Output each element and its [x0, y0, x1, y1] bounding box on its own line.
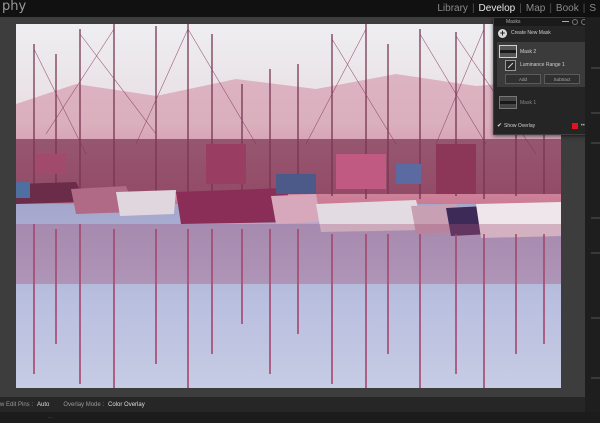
module-map[interactable]: Map — [522, 3, 549, 14]
gear-icon[interactable] — [572, 19, 578, 25]
show-overlay-label[interactable]: Show Overlay — [504, 123, 535, 129]
checkmark-icon[interactable]: ✔ — [497, 123, 502, 129]
create-new-mask-label: Create New Mask — [511, 30, 551, 36]
mask-thumbnail-icon — [499, 45, 517, 58]
masks-panel: Masks + Create New Mask Mask 2 Luminance… — [493, 17, 591, 135]
module-develop[interactable]: Develop — [475, 3, 520, 14]
panel-divider — [591, 67, 600, 69]
overlay-mode-control[interactable]: Overlay Mode : Color Overlay — [63, 402, 144, 408]
overlay-mode-label: Overlay Mode : — [63, 401, 105, 408]
mask-item-selected[interactable]: Mask 2 Luminance Range 1 Add Subtract — [497, 42, 587, 87]
panel-divider — [591, 317, 600, 319]
show-overlay-row: ✔ Show Overlay ••• — [497, 121, 587, 130]
mask-component-label: Luminance Range 1 — [520, 62, 565, 68]
masks-panel-title: Masks — [506, 19, 521, 25]
right-panel-edge — [585, 17, 600, 412]
module-picker: Library | Develop | Map | Book | S — [433, 1, 600, 16]
add-mask-button[interactable]: Add — [505, 74, 541, 84]
create-new-mask-button[interactable]: + Create New Mask — [494, 26, 590, 40]
panel-divider — [591, 252, 600, 254]
bottom-toolbar: w Edit Pins : Auto Overlay Mode : Color … — [0, 397, 585, 412]
overlay-mode-value[interactable]: Color Overlay — [108, 402, 145, 408]
subtract-mask-button[interactable]: Subtract — [544, 74, 580, 84]
panel-divider — [591, 377, 600, 379]
module-slideshow[interactable]: S — [585, 3, 600, 14]
luminance-range-icon — [505, 59, 516, 71]
module-library[interactable]: Library — [433, 3, 472, 14]
mask-component-item[interactable]: Luminance Range 1 — [505, 59, 585, 71]
harbor-photo-image — [16, 24, 561, 388]
add-label: Add — [518, 76, 527, 82]
filmstrip-info: ... — [48, 414, 53, 420]
panel-divider — [591, 142, 600, 144]
mask-item[interactable]: Mask 1 — [497, 95, 587, 110]
masks-panel-header[interactable]: Masks — [494, 18, 590, 26]
module-book[interactable]: Book — [552, 3, 583, 14]
edit-pins-value[interactable]: Auto — [37, 402, 49, 408]
top-module-bar: phy Library | Develop | Map | Book | S — [0, 0, 600, 17]
overlay-color-swatch[interactable] — [571, 122, 578, 129]
panel-divider — [591, 112, 600, 114]
app-brand: phy — [2, 0, 27, 14]
mask-name: Mask 1 — [520, 99, 537, 106]
filmstrip-bar: ... — [0, 412, 600, 423]
collapse-icon[interactable] — [562, 21, 569, 22]
mask-thumbnail-icon — [499, 96, 517, 109]
subtract-label: Subtract — [553, 76, 571, 82]
mask-name: Mask 2 — [520, 48, 537, 55]
photo-preview[interactable] — [16, 24, 561, 388]
edit-pins-label: w Edit Pins : — [0, 401, 34, 408]
panel-divider — [591, 217, 600, 219]
edit-pins-control[interactable]: w Edit Pins : Auto — [0, 402, 49, 408]
plus-icon: + — [498, 27, 507, 38]
